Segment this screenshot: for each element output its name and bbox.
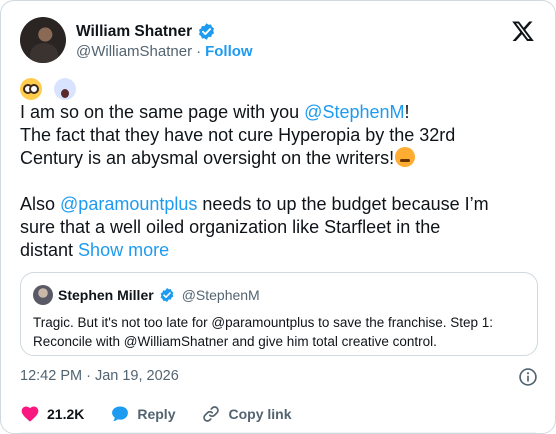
reply-label: Reply bbox=[137, 406, 176, 422]
verified-badge-icon bbox=[160, 288, 174, 302]
mention-paramountplus[interactable]: @paramountplus bbox=[60, 194, 197, 214]
like-count: 21.2K bbox=[47, 406, 85, 422]
tweet-line: I am so on the same page with you @Steph… bbox=[20, 101, 530, 124]
quoted-line: Reconcile with @WilliamShatner and give … bbox=[33, 334, 437, 349]
reply-button[interactable]: Reply bbox=[110, 404, 175, 424]
tweet-text-segment: I am so on the same page with you bbox=[20, 102, 305, 122]
handle-separator: · bbox=[196, 43, 202, 60]
tweet-line: sure that a well oiled organization like… bbox=[20, 217, 441, 237]
verified-badge-icon bbox=[199, 23, 215, 40]
like-button[interactable]: 21.2K bbox=[20, 404, 84, 424]
copy-link-button[interactable]: Copy link bbox=[201, 404, 292, 424]
timestamp-row: 12:42 PM · Jan 19, 2026 bbox=[20, 367, 538, 387]
tweet-text-segment: Century is an abysmal oversight on the w… bbox=[20, 148, 395, 168]
tweet-header: William Shatner @WilliamShatner · Follow bbox=[20, 15, 541, 65]
divider bbox=[20, 432, 536, 433]
tweet-line: The fact that they have not cure Hyperop… bbox=[20, 125, 456, 145]
heart-icon bbox=[21, 406, 39, 422]
author-handle[interactable]: @WilliamShatner bbox=[76, 43, 192, 60]
tweet-line: Also @paramountplus needs to up the budg… bbox=[20, 193, 530, 216]
timestamp[interactable]: 12:42 PM · Jan 19, 2026 bbox=[20, 368, 179, 384]
quoted-tweet[interactable]: Stephen Miller @StephenM Tragic. But it'… bbox=[20, 272, 538, 356]
quoted-author-avatar bbox=[33, 285, 53, 305]
info-icon[interactable] bbox=[518, 367, 538, 387]
tweet-text-segment: Also bbox=[20, 194, 61, 214]
author-name[interactable]: William Shatner bbox=[76, 23, 192, 41]
show-more-link[interactable]: Show more bbox=[78, 240, 169, 260]
quoted-author-name: Stephen Miller bbox=[58, 287, 154, 303]
link-icon bbox=[203, 406, 220, 422]
tweet-line: Century is an abysmal oversight on the w… bbox=[20, 147, 530, 170]
tweet-card: William Shatner @WilliamShatner · Follow… bbox=[0, 0, 556, 434]
tweet-text-segment: needs to up the budget because I’m bbox=[197, 194, 489, 214]
copy-link-label: Copy link bbox=[228, 406, 292, 422]
tweet-text-segment: ! bbox=[404, 102, 410, 122]
tweet-text-segment: distant bbox=[20, 240, 79, 260]
follow-button[interactable]: Follow bbox=[205, 43, 253, 60]
tweet-text: I am so on the same page with you @Steph… bbox=[20, 101, 530, 262]
action-bar: 21.2K Reply Copy link bbox=[20, 403, 318, 425]
quoted-tweet-header: Stephen Miller @StephenM bbox=[33, 285, 260, 305]
tweet-line: distant Show more bbox=[20, 239, 530, 262]
author-handle-line: @WilliamShatner · Follow bbox=[76, 43, 253, 60]
quoted-tweet-text: Tragic. But it's not too late for @param… bbox=[33, 313, 529, 351]
x-logo-icon[interactable] bbox=[511, 19, 535, 43]
author-name-line: William Shatner bbox=[76, 22, 216, 41]
reply-bubble-icon bbox=[112, 406, 129, 422]
flushed-face-icon bbox=[20, 77, 42, 100]
quoted-line: Tragic. But it's not too late for @param… bbox=[33, 315, 494, 330]
emoji-line bbox=[20, 77, 80, 100]
screaming-face-icon bbox=[53, 77, 76, 100]
quoted-author-handle: @StephenM bbox=[181, 287, 260, 303]
author-avatar[interactable] bbox=[20, 17, 66, 63]
mention-stephenm[interactable]: @StephenM bbox=[304, 102, 404, 122]
angry-face-icon bbox=[395, 147, 416, 167]
